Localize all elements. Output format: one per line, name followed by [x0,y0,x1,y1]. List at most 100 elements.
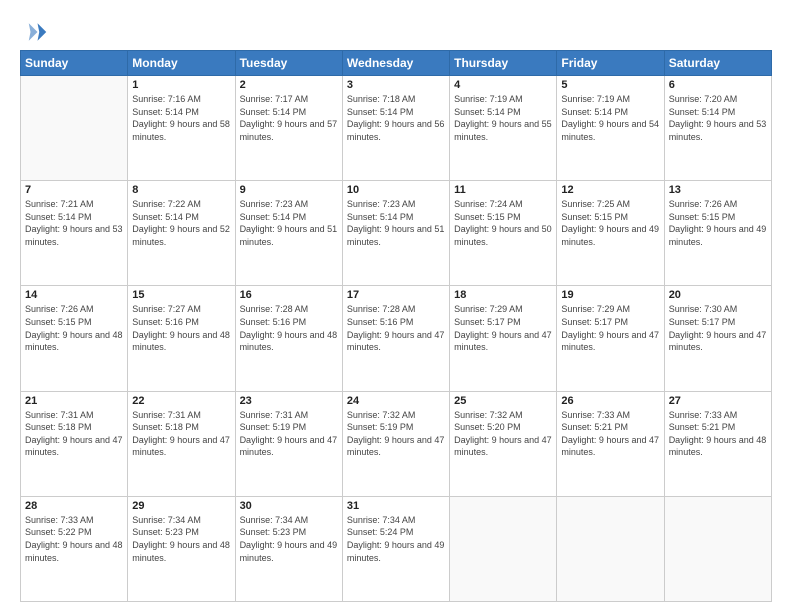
sun-info: Sunrise: 7:28 AM Sunset: 5:16 PM Dayligh… [347,303,445,353]
sun-info: Sunrise: 7:31 AM Sunset: 5:18 PM Dayligh… [132,409,230,459]
calendar-cell: 27 Sunrise: 7:33 AM Sunset: 5:21 PM Dayli… [664,391,771,496]
calendar-cell: 26 Sunrise: 7:33 AM Sunset: 5:21 PM Dayli… [557,391,664,496]
calendar-week-row: 1 Sunrise: 7:16 AM Sunset: 5:14 PM Daylig… [21,76,772,181]
sun-info: Sunrise: 7:32 AM Sunset: 5:19 PM Dayligh… [347,409,445,459]
day-number: 30 [240,500,338,512]
day-number: 6 [669,79,767,91]
sun-info: Sunrise: 7:34 AM Sunset: 5:23 PM Dayligh… [240,514,338,564]
sun-info: Sunrise: 7:31 AM Sunset: 5:19 PM Dayligh… [240,409,338,459]
sun-info: Sunrise: 7:32 AM Sunset: 5:20 PM Dayligh… [454,409,552,459]
day-number: 16 [240,289,338,301]
sun-info: Sunrise: 7:16 AM Sunset: 5:14 PM Dayligh… [132,93,230,143]
day-number: 11 [454,184,552,196]
day-number: 9 [240,184,338,196]
sun-info: Sunrise: 7:34 AM Sunset: 5:24 PM Dayligh… [347,514,445,564]
sun-info: Sunrise: 7:33 AM Sunset: 5:21 PM Dayligh… [669,409,767,459]
calendar-cell: 28 Sunrise: 7:33 AM Sunset: 5:22 PM Dayli… [21,496,128,601]
day-number: 15 [132,289,230,301]
calendar-cell: 9Sunrise: 7:23 AM Sunset: 5:14 PM Daylig… [235,181,342,286]
day-number: 2 [240,79,338,91]
calendar-cell [557,496,664,601]
day-number: 12 [561,184,659,196]
day-number: 5 [561,79,659,91]
calendar-cell: 24 Sunrise: 7:32 AM Sunset: 5:19 PM Dayli… [342,391,449,496]
sun-info: Sunrise: 7:30 AM Sunset: 5:17 PM Dayligh… [669,303,767,353]
sun-info: Sunrise: 7:29 AM Sunset: 5:17 PM Dayligh… [454,303,552,353]
sun-info: Sunrise: 7:34 AM Sunset: 5:23 PM Dayligh… [132,514,230,564]
calendar-header-saturday: Saturday [664,51,771,76]
sun-info: Sunrise: 7:19 AM Sunset: 5:14 PM Dayligh… [561,93,659,143]
sun-info: Sunrise: 7:33 AM Sunset: 5:22 PM Dayligh… [25,514,123,564]
calendar-cell: 3 Sunrise: 7:18 AM Sunset: 5:14 PM Daylig… [342,76,449,181]
calendar-cell: 21Sunrise: 7:31 AM Sunset: 5:18 PM Dayli… [21,391,128,496]
sun-info: Sunrise: 7:31 AM Sunset: 5:18 PM Dayligh… [25,409,123,459]
day-number: 4 [454,79,552,91]
calendar-cell: 1 Sunrise: 7:16 AM Sunset: 5:14 PM Daylig… [128,76,235,181]
sun-info: Sunrise: 7:25 AM Sunset: 5:15 PM Dayligh… [561,198,659,248]
day-number: 31 [347,500,445,512]
sun-info: Sunrise: 7:18 AM Sunset: 5:14 PM Dayligh… [347,93,445,143]
calendar-cell: 25 Sunrise: 7:32 AM Sunset: 5:20 PM Dayli… [450,391,557,496]
sun-info: Sunrise: 7:33 AM Sunset: 5:21 PM Dayligh… [561,409,659,459]
calendar-header-thursday: Thursday [450,51,557,76]
sun-info: Sunrise: 7:17 AM Sunset: 5:14 PM Dayligh… [240,93,338,143]
calendar-cell [21,76,128,181]
day-number: 29 [132,500,230,512]
day-number: 17 [347,289,445,301]
calendar-cell: 7 Sunrise: 7:21 AM Sunset: 5:14 PM Daylig… [21,181,128,286]
day-number: 1 [132,79,230,91]
calendar-cell: 11Sunrise: 7:24 AM Sunset: 5:15 PM Dayli… [450,181,557,286]
sun-info: Sunrise: 7:19 AM Sunset: 5:14 PM Dayligh… [454,93,552,143]
day-number: 19 [561,289,659,301]
calendar-cell [664,496,771,601]
day-number: 28 [25,500,123,512]
sun-info: Sunrise: 7:27 AM Sunset: 5:16 PM Dayligh… [132,303,230,353]
calendar-cell: 2 Sunrise: 7:17 AM Sunset: 5:14 PM Daylig… [235,76,342,181]
calendar-cell: 23 Sunrise: 7:31 AM Sunset: 5:19 PM Dayli… [235,391,342,496]
calendar-cell: 20 Sunrise: 7:30 AM Sunset: 5:17 PM Dayli… [664,286,771,391]
logo-icon [20,18,48,46]
calendar-cell: 8Sunrise: 7:22 AM Sunset: 5:14 PM Daylig… [128,181,235,286]
sun-info: Sunrise: 7:21 AM Sunset: 5:14 PM Dayligh… [25,198,123,248]
calendar-header-wednesday: Wednesday [342,51,449,76]
day-number: 18 [454,289,552,301]
calendar-cell: 17 Sunrise: 7:28 AM Sunset: 5:16 PM Dayli… [342,286,449,391]
calendar-cell: 18 Sunrise: 7:29 AM Sunset: 5:17 PM Dayli… [450,286,557,391]
day-number: 10 [347,184,445,196]
calendar-cell: 19 Sunrise: 7:29 AM Sunset: 5:17 PM Dayli… [557,286,664,391]
calendar-cell: 5 Sunrise: 7:19 AM Sunset: 5:14 PM Daylig… [557,76,664,181]
calendar-cell: 4 Sunrise: 7:19 AM Sunset: 5:14 PM Daylig… [450,76,557,181]
day-number: 24 [347,395,445,407]
calendar-cell: 22 Sunrise: 7:31 AM Sunset: 5:18 PM Dayli… [128,391,235,496]
calendar-cell: 31 Sunrise: 7:34 AM Sunset: 5:24 PM Dayli… [342,496,449,601]
day-number: 27 [669,395,767,407]
calendar-cell: 13Sunrise: 7:26 AM Sunset: 5:15 PM Dayli… [664,181,771,286]
calendar-table: SundayMondayTuesdayWednesdayThursdayFrid… [20,50,772,602]
calendar-header-tuesday: Tuesday [235,51,342,76]
day-number: 22 [132,395,230,407]
calendar-cell: 29 Sunrise: 7:34 AM Sunset: 5:23 PM Dayli… [128,496,235,601]
calendar-header-friday: Friday [557,51,664,76]
day-number: 7 [25,184,123,196]
calendar-header-monday: Monday [128,51,235,76]
day-number: 20 [669,289,767,301]
calendar-cell: 30 Sunrise: 7:34 AM Sunset: 5:23 PM Dayli… [235,496,342,601]
calendar-cell: 14Sunrise: 7:26 AM Sunset: 5:15 PM Dayli… [21,286,128,391]
calendar-week-row: 7 Sunrise: 7:21 AM Sunset: 5:14 PM Daylig… [21,181,772,286]
day-number: 26 [561,395,659,407]
calendar-cell: 16 Sunrise: 7:28 AM Sunset: 5:16 PM Dayli… [235,286,342,391]
day-number: 14 [25,289,123,301]
calendar-week-row: 21Sunrise: 7:31 AM Sunset: 5:18 PM Dayli… [21,391,772,496]
day-number: 3 [347,79,445,91]
calendar-cell: 6 Sunrise: 7:20 AM Sunset: 5:14 PM Daylig… [664,76,771,181]
day-number: 25 [454,395,552,407]
day-number: 23 [240,395,338,407]
sun-info: Sunrise: 7:29 AM Sunset: 5:17 PM Dayligh… [561,303,659,353]
calendar-week-row: 14Sunrise: 7:26 AM Sunset: 5:15 PM Dayli… [21,286,772,391]
logo [20,18,52,46]
calendar-cell: 10Sunrise: 7:23 AM Sunset: 5:14 PM Dayli… [342,181,449,286]
sun-info: Sunrise: 7:22 AM Sunset: 5:14 PM Dayligh… [132,198,230,248]
sun-info: Sunrise: 7:28 AM Sunset: 5:16 PM Dayligh… [240,303,338,353]
page: SundayMondayTuesdayWednesdayThursdayFrid… [0,0,792,612]
sun-info: Sunrise: 7:20 AM Sunset: 5:14 PM Dayligh… [669,93,767,143]
